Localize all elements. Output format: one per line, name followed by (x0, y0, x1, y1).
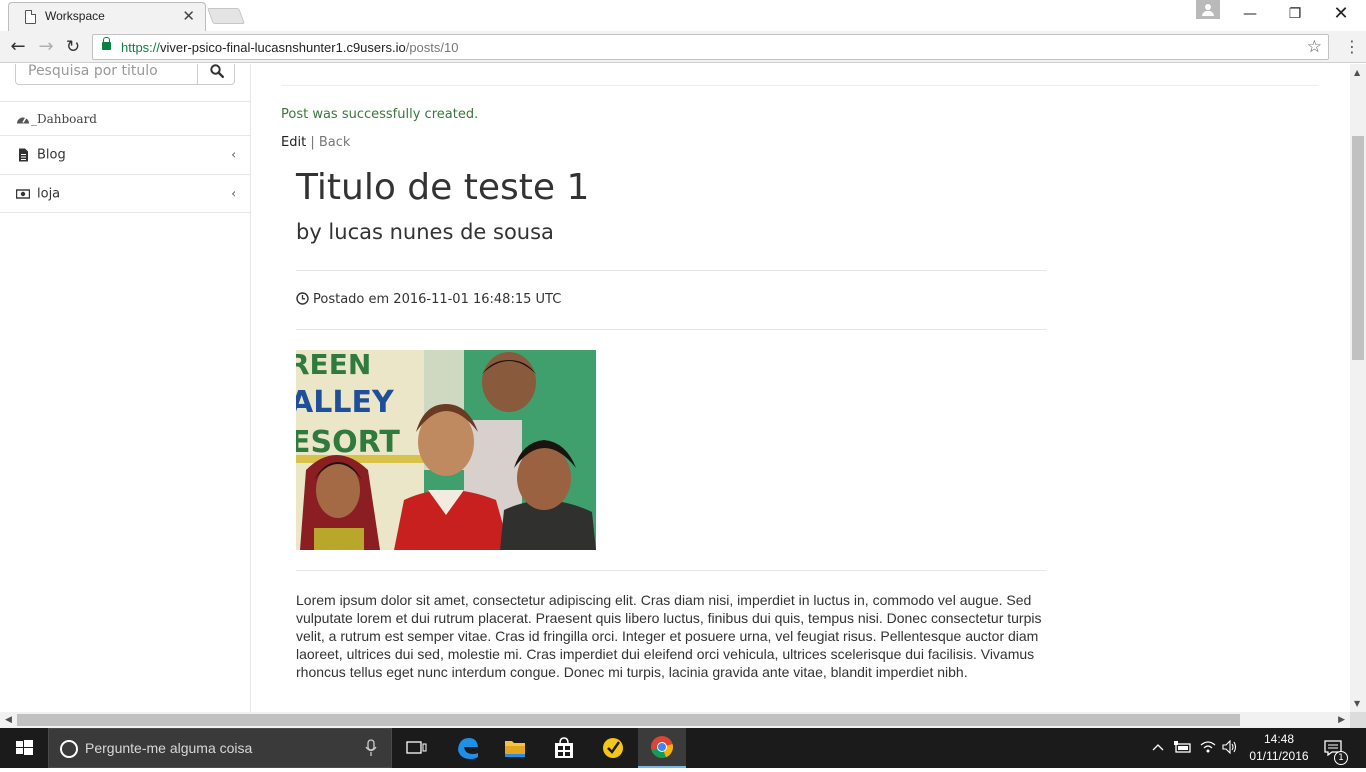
sidebar-menu: _Dahboard Blog ‹ loja ‹ (0, 101, 250, 213)
divider (296, 270, 1046, 271)
clock-date: 01/11/2016 (1249, 749, 1309, 763)
sidebar: _Dahboard Blog ‹ loja ‹ (0, 64, 251, 712)
post-title: Titulo de teste 1 (296, 167, 590, 208)
chrome-menu-icon[interactable]: ⋮ (1343, 38, 1361, 58)
search-button[interactable] (197, 64, 235, 85)
cortana-search-box[interactable]: Pergunte-me alguma coisa (48, 728, 392, 768)
close-window-button[interactable]: ✕ (1318, 2, 1364, 26)
chrome-icon[interactable] (638, 728, 686, 768)
sign-line-3: ESORT (296, 425, 400, 460)
sidebar-item-loja[interactable]: loja ‹ (0, 174, 250, 213)
divider (296, 329, 1046, 330)
sidebar-item-blog[interactable]: Blog ‹ (0, 135, 250, 174)
windows-logo-icon (16, 740, 33, 755)
clock-icon (296, 292, 309, 305)
chevron-up-icon[interactable] (1152, 742, 1164, 752)
back-arrow-icon[interactable]: ← (7, 36, 29, 58)
url-path: /posts/10 (405, 40, 459, 55)
task-view-icon[interactable] (392, 728, 440, 768)
browser-tab[interactable]: Workspace ✕ (8, 2, 206, 31)
post-actions: Edit | Back (281, 135, 350, 150)
clock-time: 14:48 (1263, 732, 1295, 746)
sidebar-item-label: loja (37, 186, 61, 201)
post-body: Lorem ipsum dolor sit amet, consectetur … (296, 592, 1042, 680)
scroll-left-icon[interactable]: ◀ (5, 715, 12, 725)
scrollbar-corner (1350, 712, 1366, 728)
start-button[interactable] (0, 728, 48, 768)
divider (281, 85, 1319, 86)
taskbar-clock[interactable]: 14:48 01/11/2016 (1242, 731, 1316, 765)
notification-count-badge: 1 (1334, 751, 1348, 765)
post-image: REEN ALLEY ESORT (296, 350, 596, 550)
chevron-left-icon: ‹ (231, 185, 236, 200)
new-tab-button[interactable] (207, 8, 245, 24)
bookmark-star-icon[interactable]: ☆ (1307, 37, 1322, 57)
sidebar-search (15, 64, 235, 85)
chevron-left-icon: ‹ (231, 147, 236, 162)
url-scheme: https:// (121, 40, 161, 55)
sidebar-item-label: _Dahboard (31, 111, 97, 126)
volume-icon[interactable] (1222, 740, 1238, 754)
sidebar-item-dashboard[interactable]: _Dahboard (0, 101, 250, 135)
url-host: viver-psico-final-lucasnshunter1.c9users… (160, 40, 406, 55)
browser-toolbar: ← → ↻ https://viver-psico-final-lucasnsh… (0, 31, 1366, 63)
maximize-button[interactable]: ❐ (1272, 2, 1318, 26)
profile-icon[interactable] (1196, 0, 1220, 19)
battery-icon[interactable] (1174, 741, 1192, 753)
horizontal-scroll-thumb[interactable] (17, 714, 1240, 726)
page-viewport: _Dahboard Blog ‹ loja ‹ (0, 64, 1350, 712)
wifi-icon[interactable] (1200, 740, 1216, 754)
vertical-scroll-thumb[interactable] (1352, 136, 1364, 360)
back-link[interactable]: Back (319, 135, 351, 150)
scroll-up-icon[interactable]: ▲ (1354, 68, 1360, 77)
page-icon (25, 10, 36, 24)
scroll-down-icon[interactable]: ▼ (1354, 699, 1360, 708)
file-explorer-icon[interactable] (491, 728, 539, 768)
minimize-button[interactable]: — (1227, 2, 1273, 26)
divider (296, 570, 1046, 571)
post-date-text: Postado em 2016-11-01 16:48:15 UTC (313, 292, 562, 307)
sign-line-2: ALLEY (296, 385, 395, 420)
cortana-placeholder: Pergunte-me alguma coisa (85, 740, 253, 756)
taskbar: Pergunte-me alguma coisa 14:48 01/11/201… (0, 728, 1366, 768)
horizontal-scrollbar[interactable]: ◀ ▶ (0, 712, 1350, 728)
scroll-right-icon[interactable]: ▶ (1338, 715, 1345, 725)
post-article: Titulo de teste 1 by lucas nunes de sous… (296, 167, 1046, 680)
norton-icon[interactable] (589, 728, 637, 768)
money-icon (16, 188, 30, 199)
main-content: Post was successfully created. Edit | Ba… (251, 64, 1350, 712)
file-icon (19, 148, 28, 162)
post-date: Postado em 2016-11-01 16:48:15 UTC (296, 292, 561, 307)
system-tray (1150, 728, 1240, 768)
url-text[interactable]: https://viver-psico-final-lucasnshunter1… (121, 40, 458, 55)
action-separator: | (310, 135, 315, 150)
search-input[interactable] (15, 64, 198, 85)
edge-browser-icon[interactable] (443, 728, 491, 768)
microphone-icon[interactable] (365, 739, 377, 757)
vertical-scrollbar[interactable]: ▲ ▼ (1350, 64, 1366, 712)
post-author: by lucas nunes de sousa (296, 220, 554, 244)
address-bar[interactable]: https://viver-psico-final-lucasnshunter1… (92, 34, 1329, 60)
forward-arrow-icon[interactable]: → (35, 36, 57, 58)
lock-icon (102, 37, 111, 50)
flash-notice: Post was successfully created. (281, 107, 479, 122)
browser-titlebar: Workspace ✕ — ❐ ✕ (0, 0, 1366, 31)
sidebar-item-label: Blog (37, 147, 66, 163)
tab-title: Workspace (45, 9, 105, 23)
sign-line-1: REEN (296, 350, 371, 381)
close-tab-icon[interactable]: ✕ (182, 7, 195, 25)
search-icon (210, 64, 224, 78)
reload-icon[interactable]: ↻ (62, 36, 84, 58)
edit-link[interactable]: Edit (281, 135, 306, 150)
cortana-icon (60, 740, 78, 758)
store-icon[interactable] (540, 728, 588, 768)
